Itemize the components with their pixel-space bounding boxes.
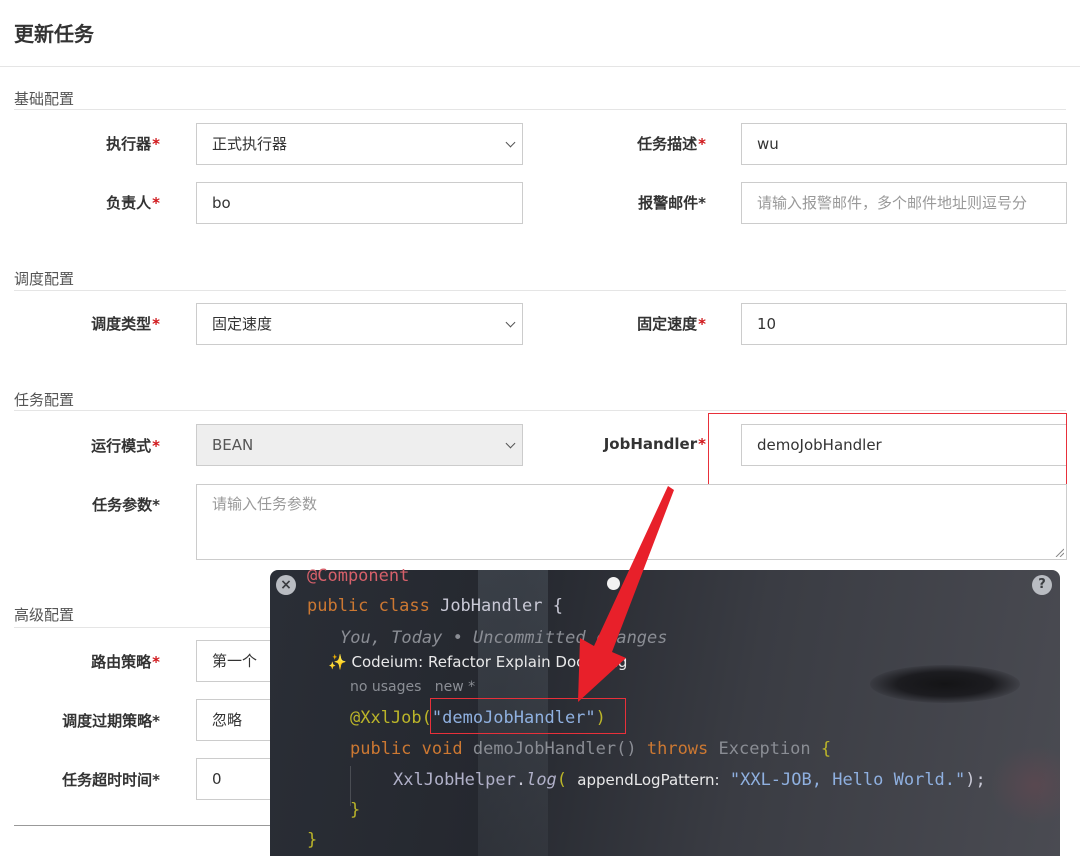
popup-background-eye	[870, 665, 1020, 703]
popup-background-shade	[990, 745, 1060, 825]
code-line-log: XxlJobHelper.log( appendLogPattern: "XXL…	[393, 770, 986, 790]
owner-input[interactable]: bo	[196, 182, 523, 224]
route-strategy-select[interactable]: 第一个	[196, 640, 276, 682]
schedule-type-select[interactable]: 固定速度	[196, 303, 523, 345]
section-advanced-title: 高级配置	[14, 606, 75, 624]
resize-grip-icon[interactable]	[1054, 547, 1064, 557]
job-param-label: 任务参数*	[92, 496, 160, 514]
codeium-explain-link[interactable]: Explain	[496, 653, 551, 671]
title-divider	[0, 66, 1080, 67]
popup-help-icon[interactable]: ?	[1032, 575, 1052, 595]
job-desc-label: 任务描述*	[637, 135, 706, 153]
job-handler-highlight-box	[708, 413, 1067, 486]
popup-close-icon[interactable]: ×	[276, 575, 296, 595]
section-schedule-divider	[14, 290, 1066, 291]
sparkle-icon: ✨	[328, 653, 347, 671]
section-task-divider	[14, 410, 1066, 411]
timeout-input[interactable]: 0	[196, 758, 276, 800]
owner-label: 负责人*	[106, 194, 160, 212]
timeout-label: 任务超时时间*	[62, 771, 160, 789]
misfire-strategy-select[interactable]: 忽略	[196, 699, 276, 741]
alarm-email-label: 报警邮件*	[638, 194, 706, 212]
run-mode-label: 运行模式*	[91, 437, 160, 455]
section-basic-title: 基础配置	[14, 90, 75, 108]
fixed-rate-input[interactable]: 10	[741, 303, 1067, 345]
alarm-email-input[interactable]: 请输入报警邮件，多个邮件地址则逗号分	[741, 182, 1067, 224]
executor-select[interactable]: 正式执行器	[196, 123, 523, 165]
executor-label: 执行器*	[106, 135, 160, 153]
run-mode-select[interactable]: BEAN	[196, 424, 523, 466]
code-line-usages: no usages new *	[350, 679, 476, 695]
section-advanced-divider	[14, 627, 270, 628]
section-basic-divider	[14, 109, 1066, 110]
code-line-class: public class JobHandler {	[307, 596, 563, 616]
footer-divider	[14, 825, 284, 826]
code-line-close-method: }	[350, 800, 361, 820]
schedule-type-label: 调度类型*	[91, 315, 160, 333]
section-schedule-title: 调度配置	[14, 270, 75, 288]
misfire-strategy-label: 调度过期策略*	[62, 712, 160, 730]
route-strategy-label: 路由策略*	[91, 653, 160, 671]
job-handler-label: JobHandler*	[603, 435, 706, 453]
red-arrow-icon	[578, 486, 674, 702]
section-task-title: 任务配置	[14, 391, 75, 409]
codeium-refactor-link[interactable]: Refactor	[428, 653, 491, 671]
code-line-annotation: @Component	[307, 566, 410, 586]
code-line-close-class: }	[307, 830, 318, 850]
fixed-rate-label: 固定速度*	[637, 315, 706, 333]
code-line-method: public void demoJobHandler() throws Exce…	[350, 739, 832, 759]
job-desc-input[interactable]: wu	[741, 123, 1067, 165]
modal-title: 更新任务	[14, 22, 94, 46]
